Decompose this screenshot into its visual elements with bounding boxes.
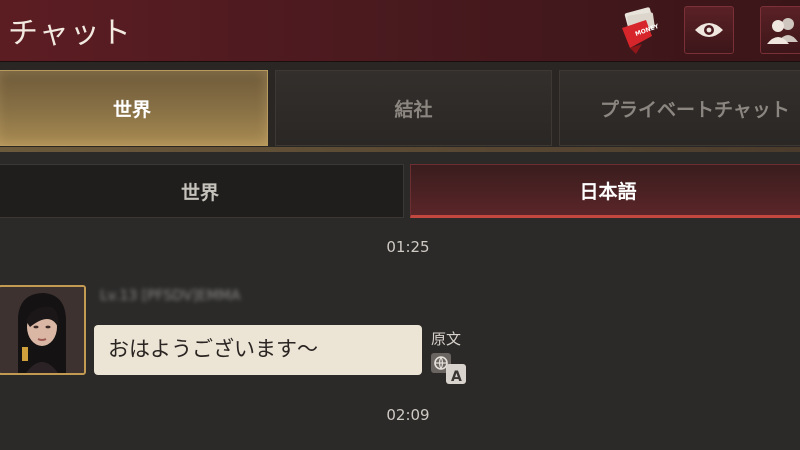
eye-icon [695, 23, 723, 37]
friends-button[interactable] [760, 6, 800, 54]
sub-tab-bar: 世界 日本語 [0, 152, 800, 226]
page-title: チャット [8, 16, 132, 51]
main-tab-bar: 世界 結社 プライベートチャット [0, 62, 800, 152]
tab-guild[interactable]: 結社 [275, 70, 552, 146]
translate-icon[interactable]: A [430, 352, 468, 386]
tab-world[interactable]: 世界 [0, 70, 268, 146]
view-toggle-button[interactable] [684, 6, 734, 54]
subtab-world[interactable]: 世界 [0, 164, 404, 218]
avatar[interactable] [0, 285, 86, 375]
header-bar: チャット MONEY [0, 0, 800, 62]
message-bubble[interactable]: おはようございます～ [94, 325, 422, 375]
subtab-japanese[interactable]: 日本語 [410, 164, 800, 218]
money-gift-icon[interactable]: MONEY [612, 6, 662, 56]
message-timestamp: 02:09 [386, 406, 430, 424]
tab-private-chat[interactable]: プライベートチャット [559, 70, 800, 146]
original-text-button[interactable]: 原文 [431, 328, 461, 349]
friends-icon [767, 18, 798, 44]
message-timestamp: 01:25 [386, 238, 430, 256]
svg-text:A: A [451, 369, 462, 385]
sender-name: Lv.13 [PFSDV]EMMA [100, 288, 241, 304]
